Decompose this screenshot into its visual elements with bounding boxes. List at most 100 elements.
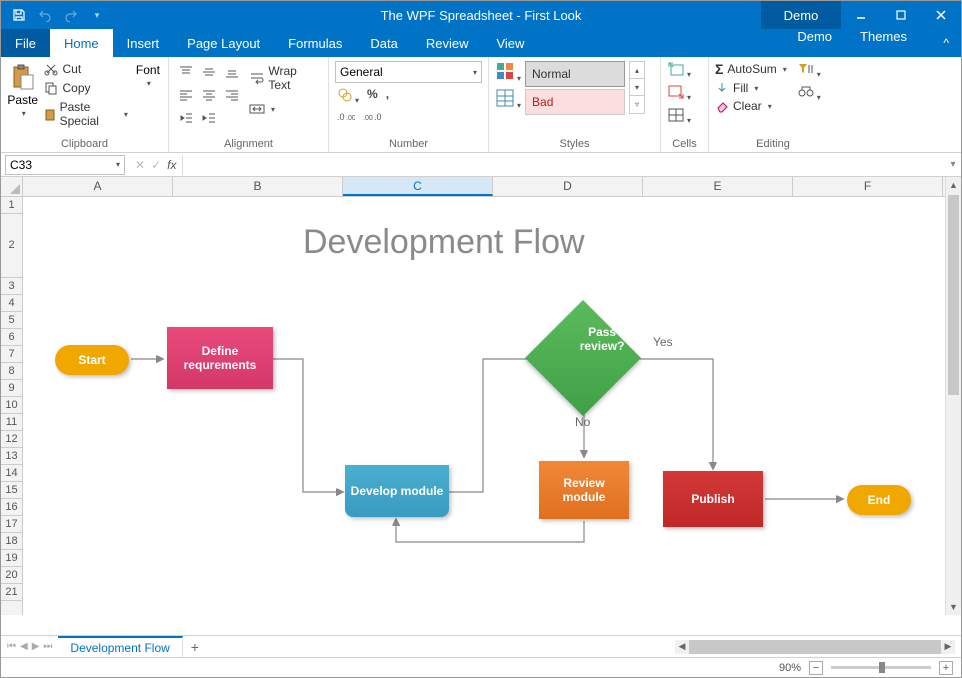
name-box[interactable]: C33▾ bbox=[5, 155, 125, 175]
tab-home[interactable]: Home bbox=[50, 29, 113, 57]
autosum-button[interactable]: ΣAutoSum▾ bbox=[715, 61, 787, 77]
fill-button[interactable]: Fill▾ bbox=[715, 81, 787, 95]
align-right-button[interactable] bbox=[221, 84, 243, 106]
scroll-thumb[interactable] bbox=[689, 640, 941, 654]
clear-button[interactable]: Clear▾ bbox=[715, 99, 787, 113]
align-top-button[interactable] bbox=[175, 61, 197, 83]
row-header[interactable]: 12 bbox=[1, 431, 22, 448]
col-header-e[interactable]: E bbox=[643, 177, 793, 196]
zoom-slider[interactable] bbox=[831, 666, 931, 669]
number-format-combo[interactable]: General▾ bbox=[335, 61, 482, 83]
conditional-formatting-button[interactable]: ▾ bbox=[495, 61, 521, 84]
scroll-down-icon[interactable]: ▼ bbox=[946, 599, 961, 615]
row-header[interactable]: 17 bbox=[1, 516, 22, 533]
sheet-next-icon[interactable]: ▶ bbox=[32, 641, 40, 652]
scroll-up-icon[interactable]: ▲ bbox=[946, 177, 961, 193]
qat-customize-icon[interactable]: ▾ bbox=[89, 7, 105, 23]
row-header[interactable]: 11 bbox=[1, 414, 22, 431]
increase-decimal-button[interactable]: .0.00 bbox=[337, 110, 355, 127]
sheet-last-icon[interactable]: ⏭ bbox=[43, 641, 52, 652]
styles-down-icon[interactable]: ▾ bbox=[630, 79, 644, 96]
decrease-decimal-button[interactable]: .00.0 bbox=[363, 110, 381, 127]
row-header[interactable]: 21 bbox=[1, 584, 22, 601]
save-icon[interactable] bbox=[11, 7, 27, 23]
insert-cells-button[interactable]: ▾ bbox=[667, 61, 691, 80]
tab-demo[interactable]: Demo bbox=[783, 29, 846, 44]
row-header[interactable]: 16 bbox=[1, 499, 22, 516]
increase-indent-button[interactable] bbox=[198, 107, 220, 129]
scroll-thumb[interactable] bbox=[948, 195, 959, 395]
col-header-c[interactable]: C bbox=[343, 177, 493, 196]
shape-publish[interactable]: Publish bbox=[663, 471, 763, 527]
sheet-tab-active[interactable]: Development Flow bbox=[58, 636, 182, 658]
delete-cells-button[interactable]: ▾ bbox=[667, 84, 691, 103]
tab-view[interactable]: View bbox=[482, 29, 538, 57]
percent-format-button[interactable]: % bbox=[367, 87, 378, 106]
row-header[interactable]: 7 bbox=[1, 346, 22, 363]
row-header[interactable]: 15 bbox=[1, 482, 22, 499]
add-sheet-button[interactable]: + bbox=[183, 639, 207, 655]
redo-icon[interactable] bbox=[63, 7, 79, 23]
row-header[interactable]: 20 bbox=[1, 567, 22, 584]
comma-format-button[interactable]: , bbox=[386, 87, 389, 106]
row-header[interactable]: 18 bbox=[1, 533, 22, 550]
styles-more-icon[interactable]: ▿ bbox=[630, 96, 644, 113]
fx-icon[interactable]: fx bbox=[167, 158, 176, 172]
tab-themes[interactable]: Themes bbox=[846, 29, 921, 44]
select-all-button[interactable] bbox=[1, 177, 23, 197]
style-bad[interactable]: Bad bbox=[525, 89, 625, 115]
row-header[interactable]: 10 bbox=[1, 397, 22, 414]
col-header-f[interactable]: F bbox=[793, 177, 943, 196]
minimize-button[interactable] bbox=[841, 1, 881, 29]
row-header[interactable]: 9 bbox=[1, 380, 22, 397]
horizontal-scrollbar[interactable]: ◀ ▶ bbox=[675, 640, 955, 654]
align-center-button[interactable] bbox=[198, 84, 220, 106]
tab-data[interactable]: Data bbox=[356, 29, 411, 57]
shape-review[interactable]: Review module bbox=[539, 461, 629, 519]
paste-special-button[interactable]: Paste Special▾ bbox=[42, 99, 129, 129]
align-bottom-button[interactable] bbox=[221, 61, 243, 83]
shape-decision[interactable]: Pass review? bbox=[542, 317, 624, 399]
row-header[interactable]: 2 bbox=[1, 214, 22, 278]
vertical-scrollbar[interactable]: ▲ ▼ bbox=[945, 177, 961, 615]
expand-formula-bar-icon[interactable]: ▾ bbox=[945, 159, 961, 170]
formula-input[interactable] bbox=[183, 155, 945, 175]
style-normal[interactable]: Normal bbox=[525, 61, 625, 87]
row-header[interactable]: 14 bbox=[1, 465, 22, 482]
tab-page-layout[interactable]: Page Layout bbox=[173, 29, 274, 57]
cut-button[interactable]: Cut bbox=[42, 61, 129, 77]
shape-define[interactable]: Define requrements bbox=[167, 327, 273, 389]
row-header[interactable]: 3 bbox=[1, 278, 22, 295]
sort-filter-button[interactable]: ▾ bbox=[797, 61, 821, 80]
copy-button[interactable]: Copy bbox=[42, 80, 129, 96]
merge-cells-button[interactable]: ▾ bbox=[247, 101, 322, 117]
shape-start[interactable]: Start bbox=[55, 345, 129, 375]
align-middle-button[interactable] bbox=[198, 61, 220, 83]
sheet-prev-icon[interactable]: ◀ bbox=[20, 641, 28, 652]
tab-file[interactable]: File bbox=[1, 29, 50, 57]
paste-button[interactable]: Paste ▾ bbox=[7, 61, 38, 118]
sheet-first-icon[interactable]: ⏮ bbox=[7, 641, 16, 652]
find-button[interactable]: ▾ bbox=[797, 84, 821, 103]
tab-insert[interactable]: Insert bbox=[113, 29, 174, 57]
undo-icon[interactable] bbox=[37, 7, 53, 23]
accounting-format-button[interactable]: ▾ bbox=[337, 87, 359, 106]
row-header[interactable]: 4 bbox=[1, 295, 22, 312]
col-header-d[interactable]: D bbox=[493, 177, 643, 196]
cell-canvas[interactable]: Development Flow Start Define requrement… bbox=[23, 197, 945, 615]
format-cells-button[interactable]: ▾ bbox=[667, 107, 691, 126]
styles-up-icon[interactable]: ▴ bbox=[630, 62, 644, 79]
align-left-button[interactable] bbox=[175, 84, 197, 106]
decrease-indent-button[interactable] bbox=[175, 107, 197, 129]
font-button[interactable]: Font ▾ bbox=[134, 61, 162, 88]
shape-develop[interactable]: Develop module bbox=[345, 465, 449, 517]
wrap-text-button[interactable]: Wrap Text bbox=[247, 63, 322, 93]
row-header[interactable]: 6 bbox=[1, 329, 22, 346]
tab-review[interactable]: Review bbox=[412, 29, 483, 57]
row-header[interactable]: 8 bbox=[1, 363, 22, 380]
scroll-left-icon[interactable]: ◀ bbox=[675, 640, 689, 654]
maximize-button[interactable] bbox=[881, 1, 921, 29]
zoom-out-button[interactable]: − bbox=[809, 661, 823, 675]
col-header-b[interactable]: B bbox=[173, 177, 343, 196]
col-header-a[interactable]: A bbox=[23, 177, 173, 196]
